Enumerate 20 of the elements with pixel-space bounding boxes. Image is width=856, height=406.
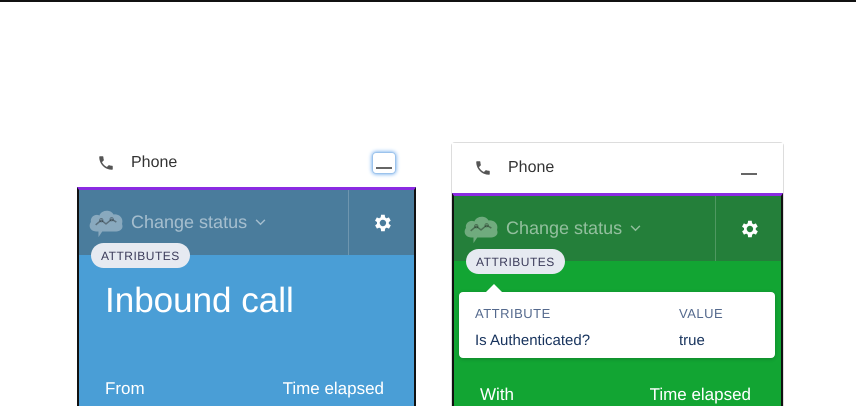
field-label: From (105, 379, 145, 399)
attributes-badge[interactable]: ATTRIBUTES (466, 249, 565, 274)
column-header: ATTRIBUTE (475, 305, 552, 323)
table-cell-text: Is Authenticated? (475, 330, 592, 350)
attributes-badge[interactable]: ATTRIBUTES (91, 243, 190, 268)
column-header: VALUE (679, 305, 724, 323)
chevron-icon (630, 225, 642, 232)
table-cell-text: true (679, 330, 706, 350)
panel-title: Phone (131, 153, 178, 173)
minimize-icon (741, 173, 757, 175)
minimize-icon (376, 167, 392, 169)
field-label: With (480, 385, 514, 405)
field-label: Time elapsed (650, 385, 751, 405)
minimize-button[interactable] (372, 152, 396, 174)
field-label: Time elapsed (282, 379, 384, 399)
phone-icon (97, 154, 115, 172)
chevron-icon (255, 219, 266, 226)
phone-icon (474, 159, 492, 177)
call-heading: Inbound call (105, 280, 295, 322)
panel-title: Phone (508, 158, 556, 178)
